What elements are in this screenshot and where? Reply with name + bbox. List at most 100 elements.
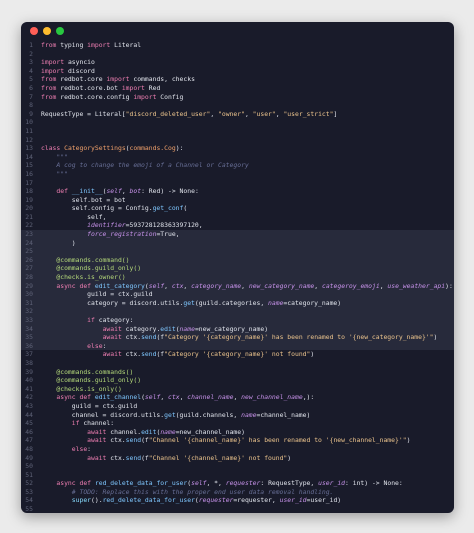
minimize-window-button[interactable] xyxy=(43,27,51,35)
code-line[interactable]: 22 identifier=593728128363397120, xyxy=(21,221,454,230)
code-line[interactable]: 26 @commands.command() xyxy=(21,255,454,265)
code-line[interactable]: 38 xyxy=(21,359,454,368)
code-line[interactable]: 36 else: xyxy=(21,341,454,351)
code-line[interactable]: 1 from typing import Literal xyxy=(21,41,454,50)
code-line[interactable]: 42 async def edit_channel(self, ctx, cha… xyxy=(21,393,454,402)
code-token: self xyxy=(191,479,207,488)
code-line[interactable]: 33 if category: xyxy=(21,316,454,325)
code-line[interactable]: 4 import discord xyxy=(21,67,454,76)
line-number: 12 xyxy=(25,135,33,144)
code-line[interactable]: 11 xyxy=(21,127,454,136)
code-line[interactable]: 16 """ xyxy=(21,170,454,179)
code-line[interactable]: 6 from redbot.core.bot import Red xyxy=(21,84,454,93)
code-token: "Channel '{channel_name}' not found" xyxy=(148,453,288,462)
code-token: category_name xyxy=(191,281,242,290)
code-line[interactable]: 31 category = discord.utils.get(guild.ca… xyxy=(21,298,454,308)
code-token: , xyxy=(160,393,169,402)
code-line[interactable]: 3 import asyncio xyxy=(21,58,454,67)
code-token: guild = ctx.guild xyxy=(41,290,153,299)
code-token: await xyxy=(102,333,122,342)
code-token: , *, xyxy=(206,479,226,488)
code-line[interactable]: 37 await ctx.send(f"Category '{category_… xyxy=(21,350,454,359)
code-line[interactable]: 55 xyxy=(21,505,454,513)
code-token: ctx. xyxy=(121,333,142,342)
code-line[interactable]: 18 def __init__(self, bot: Red) -> None: xyxy=(21,187,454,196)
code-line[interactable]: 13 class CategorySettings(commands.Cog): xyxy=(21,144,454,153)
code-line[interactable]: 43 guild = ctx.guild xyxy=(21,402,454,411)
code-token: redbot.core.bot xyxy=(56,83,122,92)
code-token: ctx. xyxy=(106,453,126,462)
maximize-window-button[interactable] xyxy=(56,27,64,35)
code-line[interactable]: 53 # TODO: Replace this with the proper … xyxy=(21,488,454,497)
code-line[interactable]: 50 xyxy=(21,462,454,471)
line-number: 34 xyxy=(25,324,33,333)
code-area[interactable]: 1 from typing import Literal 2 3 import asyn… xyxy=(21,41,454,513)
code-line[interactable]: 9 RequestType = Literal["discord_deleted_… xyxy=(21,110,454,119)
code-line[interactable]: 52 async def red_delete_data_for_user(se… xyxy=(21,479,454,488)
code-line[interactable]: 51 xyxy=(21,471,454,480)
code-line[interactable]: 45 if channel: xyxy=(21,419,454,428)
code-line[interactable]: 21 self, xyxy=(21,213,454,222)
line-number: 30 xyxy=(25,290,33,299)
code-line[interactable]: 30 guild = ctx.guild xyxy=(21,290,454,299)
close-window-button[interactable] xyxy=(30,27,38,35)
code-line[interactable]: 54 super().red_delete_data_for_user(requ… xyxy=(21,496,454,505)
code-line[interactable]: 23 force_registration=True, xyxy=(21,230,454,239)
code-line[interactable]: 10 xyxy=(21,118,454,127)
code-line[interactable]: 27 @commands.guild_only() xyxy=(21,264,454,274)
code-line[interactable]: 28 @checks.is_owner() xyxy=(21,273,454,282)
code-line[interactable]: 35 await ctx.send(f"Category '{category_… xyxy=(21,333,454,342)
code-token: user_id xyxy=(279,496,307,505)
code-line[interactable]: 39 @commands.commands() xyxy=(21,368,454,377)
code-token: : RequestType, xyxy=(260,479,319,488)
code-line[interactable]: 48 else: xyxy=(21,445,454,454)
code-line[interactable]: 5 from redbot.core import commands, check… xyxy=(21,75,454,84)
code-line[interactable]: 24 ) xyxy=(21,238,454,248)
code-token: "user_strict" xyxy=(283,109,334,118)
code-token: (). xyxy=(91,496,103,505)
code-token: @commands.commands() xyxy=(56,367,134,376)
code-line[interactable]: 41 @checks.is_only() xyxy=(21,385,454,394)
code-line[interactable]: 40 @commands.guild_only() xyxy=(21,376,454,385)
code-line[interactable]: 34 await category.edit(name=new_category… xyxy=(21,324,454,334)
line-number: 40 xyxy=(25,376,33,385)
code-token: self xyxy=(148,281,165,290)
code-line[interactable]: 19 self.bot = bot xyxy=(21,196,454,205)
code-line[interactable]: 7 from redbot.core.config import Config xyxy=(21,93,454,102)
code-line[interactable]: 49 await ctx.send(f"Channel '{channel_na… xyxy=(21,454,454,463)
code-token: ) xyxy=(310,350,315,359)
code-line[interactable]: 29 async def edit_category(self, ctx, ca… xyxy=(21,281,454,291)
code-token: "discord_deleted_user" xyxy=(125,109,211,118)
code-line[interactable]: 46 await channel.edit(name=new_channel_n… xyxy=(21,428,454,437)
code-line[interactable]: 17 xyxy=(21,179,454,188)
code-line[interactable]: 25 xyxy=(21,247,454,256)
code-token: import xyxy=(133,92,157,101)
line-number: 14 xyxy=(25,152,33,161)
code-line[interactable]: 12 xyxy=(21,136,454,145)
line-number: 44 xyxy=(25,410,33,419)
code-token: name xyxy=(179,324,195,333)
code-line[interactable]: 14 """ xyxy=(21,153,454,162)
code-line[interactable]: 44 channel = discord.utils.get(guild.cha… xyxy=(21,411,454,420)
code-token: discord xyxy=(64,66,95,75)
code-line[interactable]: 20 self.config = Config.get_conf( xyxy=(21,204,454,213)
code-line[interactable]: 2 xyxy=(21,50,454,59)
code-token: =channel_name) xyxy=(256,410,311,419)
line-number: 22 xyxy=(25,221,33,230)
code-token: """ xyxy=(41,169,68,178)
line-number: 21 xyxy=(25,212,33,221)
code-token: red_delete_data_for_user xyxy=(102,496,195,505)
code-line[interactable]: 15 A cog to change the emoji of a Channe… xyxy=(21,161,454,170)
code-line[interactable]: 8 xyxy=(21,101,454,110)
code-line[interactable]: 32 xyxy=(21,307,454,316)
code-line[interactable]: 47 await ctx.send(f"Channel '{channel_na… xyxy=(21,436,454,445)
code-token: Literal xyxy=(110,41,142,49)
line-number: 5 xyxy=(29,75,33,84)
